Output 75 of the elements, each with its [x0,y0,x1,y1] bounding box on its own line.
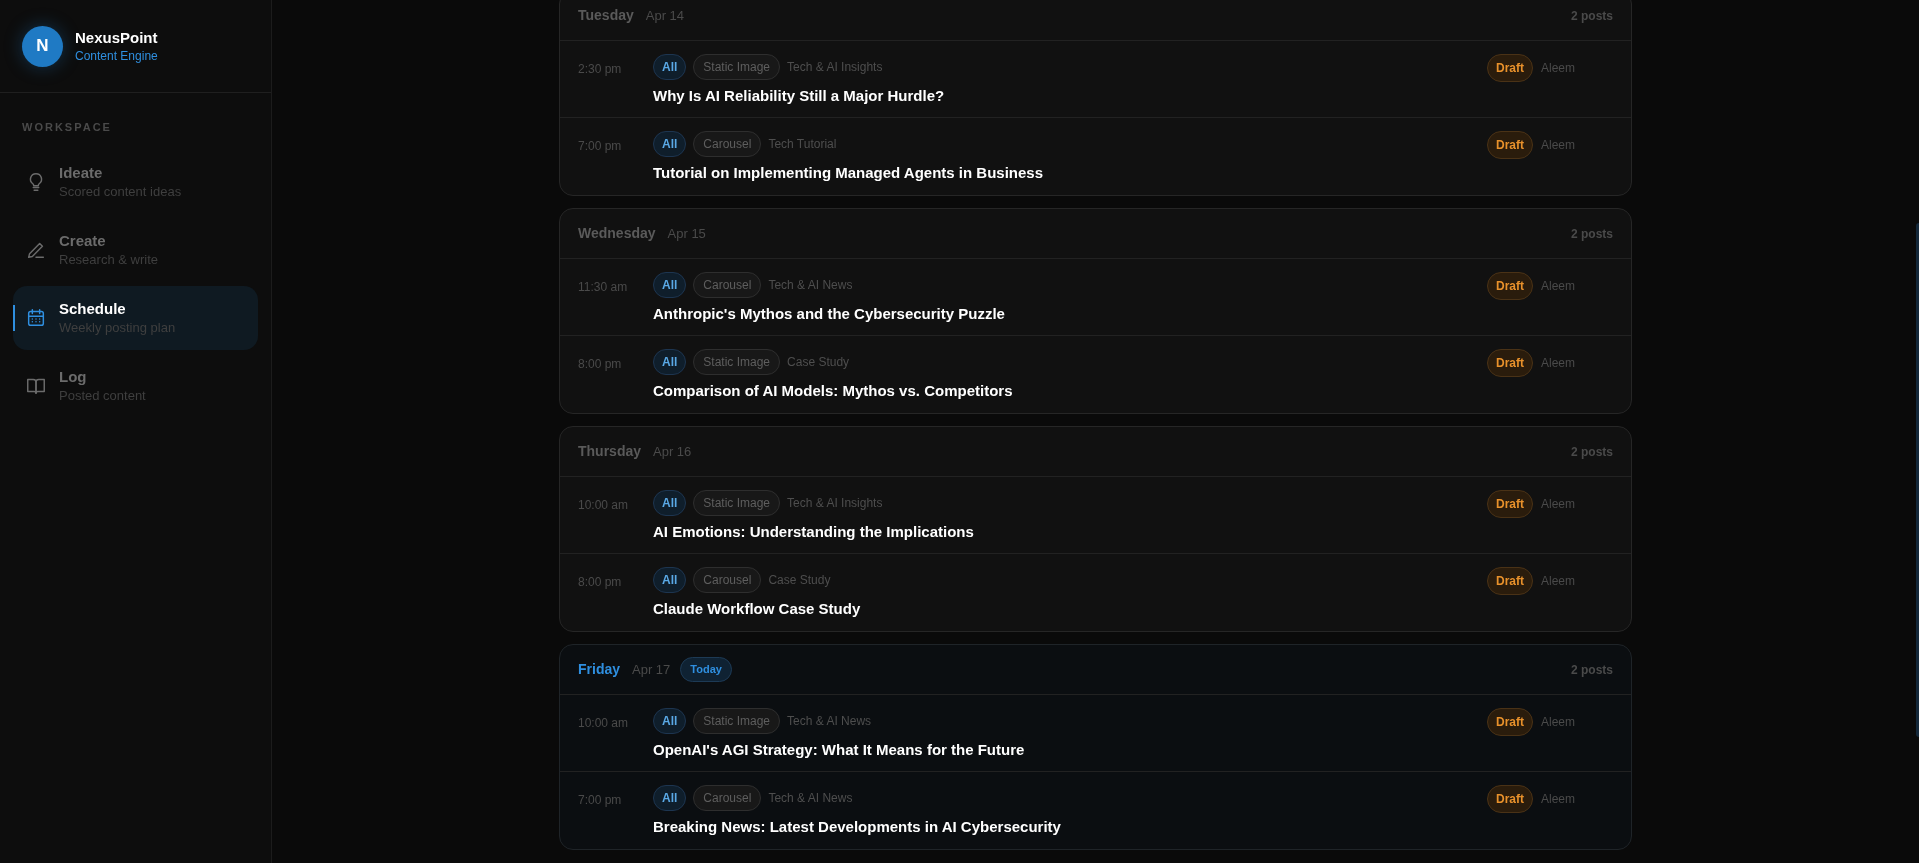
app-name: NexusPoint [75,27,158,48]
day-name: Thursday [578,442,641,461]
app-subtitle: Content Engine [75,47,158,65]
category-label: Tech & AI News [768,790,853,807]
day-name: Tuesday [578,6,634,25]
audience-tag: All [653,54,687,80]
day-date: Apr 16 [653,442,692,461]
audience-tag: All [653,131,687,157]
post-title: Why Is AI Reliability Still a Major Hurdle? [653,86,945,106]
category-label: Tech & AI News [787,713,872,730]
day-name: Wednesday [578,224,656,243]
post-time: 7:00 pm [578,792,623,809]
audience-tag: All [653,785,687,811]
audience-tag: All [653,349,687,375]
author-name: Aleem [1541,714,1576,731]
author-name: Aleem [1541,573,1576,590]
category-label: Tech Tutorial [768,136,837,153]
format-tag: Static Image [693,54,781,80]
post-time: 11:30 am [578,279,629,296]
post-title: Anthropic's Mythos and the Cybersecurity Puzzle [653,304,1005,324]
section-label: WORKSPACE [21,120,113,135]
status-badge: Draft [1487,54,1533,82]
status-badge: Draft [1487,349,1533,377]
day-date: Apr 17 [632,660,671,679]
author-name: Aleem [1541,355,1576,372]
author-name: Aleem [1541,278,1576,295]
format-tag: Carousel [693,785,762,811]
author-name: Aleem [1541,496,1576,513]
audience-tag: All [653,567,687,593]
format-tag: Static Image [693,708,781,734]
post-count: 2 posts [1571,7,1613,25]
category-label: Tech & AI Insights [787,59,883,76]
author-name: Aleem [1541,791,1576,808]
audience-tag: All [653,490,687,516]
post-title: Comparison of AI Models: Mythos vs. Competitors [653,381,1013,401]
post-title: OpenAI's AGI Strategy: What It Means for the Future [653,740,1025,760]
author-name: Aleem [1541,137,1576,154]
logo-avatar: N [22,25,63,67]
status-badge: Draft [1487,272,1533,300]
calendar-icon [25,306,47,329]
post-row[interactable]: 10:00 am All Static Image Tech & AI News OpenAI's AGI Strategy: What It Means for the Future Draft Aleem [560,695,1631,772]
post-count: 2 posts [1571,225,1613,243]
audience-tag: All [653,708,687,734]
post-title: Breaking News: Latest Developments in AI Cybersecurity [653,817,1061,837]
post-time: 10:00 am [578,497,630,514]
format-tag: Static Image [693,349,781,375]
status-badge: Draft [1487,708,1533,736]
format-tag: Carousel [693,131,762,157]
post-time: 10:00 am [578,715,630,732]
post-row[interactable]: 7:00 pm All Carousel Tech & AI News Breaking News: Latest Developments in AI Cybersecurity Draft Aleem [560,772,1631,849]
post-count: 2 posts [1571,443,1613,461]
status-badge: Draft [1487,567,1533,595]
category-label: Case Study [787,354,850,371]
status-badge: Draft [1487,785,1533,813]
today-badge: Today [680,657,732,682]
day-name: Friday [578,660,620,679]
post-title: Tutorial on Implementing Managed Agents in Business [653,163,1044,183]
post-title: Claude Workflow Case Study [653,599,861,619]
category-label: Tech & AI News [768,277,853,294]
format-tag: Carousel [693,567,762,593]
status-badge: Draft [1487,490,1533,518]
post-title: AI Emotions: Understanding the Implications [653,522,974,542]
status-badge: Draft [1487,131,1533,159]
category-label: Case Study [768,572,831,589]
audience-tag: All [653,272,687,298]
post-row[interactable]: 10:00 am All Static Image Tech & AI Insights AI Emotions: Understanding the Implications Draft Aleem [560,477,1631,554]
scrollbar-thumb[interactable] [1916,223,1919,737]
category-label: Tech & AI Insights [787,495,883,512]
format-tag: Carousel [693,272,762,298]
post-row[interactable]: 11:30 am All Carousel Tech & AI News Anthropic's Mythos and the Cybersecurity Puzzle Draft Aleem [560,259,1631,336]
format-tag: Static Image [693,490,781,516]
day-date: Apr 15 [667,224,706,243]
post-count: 2 posts [1571,661,1613,679]
author-name: Aleem [1541,60,1576,77]
day-date: Apr 14 [645,6,685,25]
